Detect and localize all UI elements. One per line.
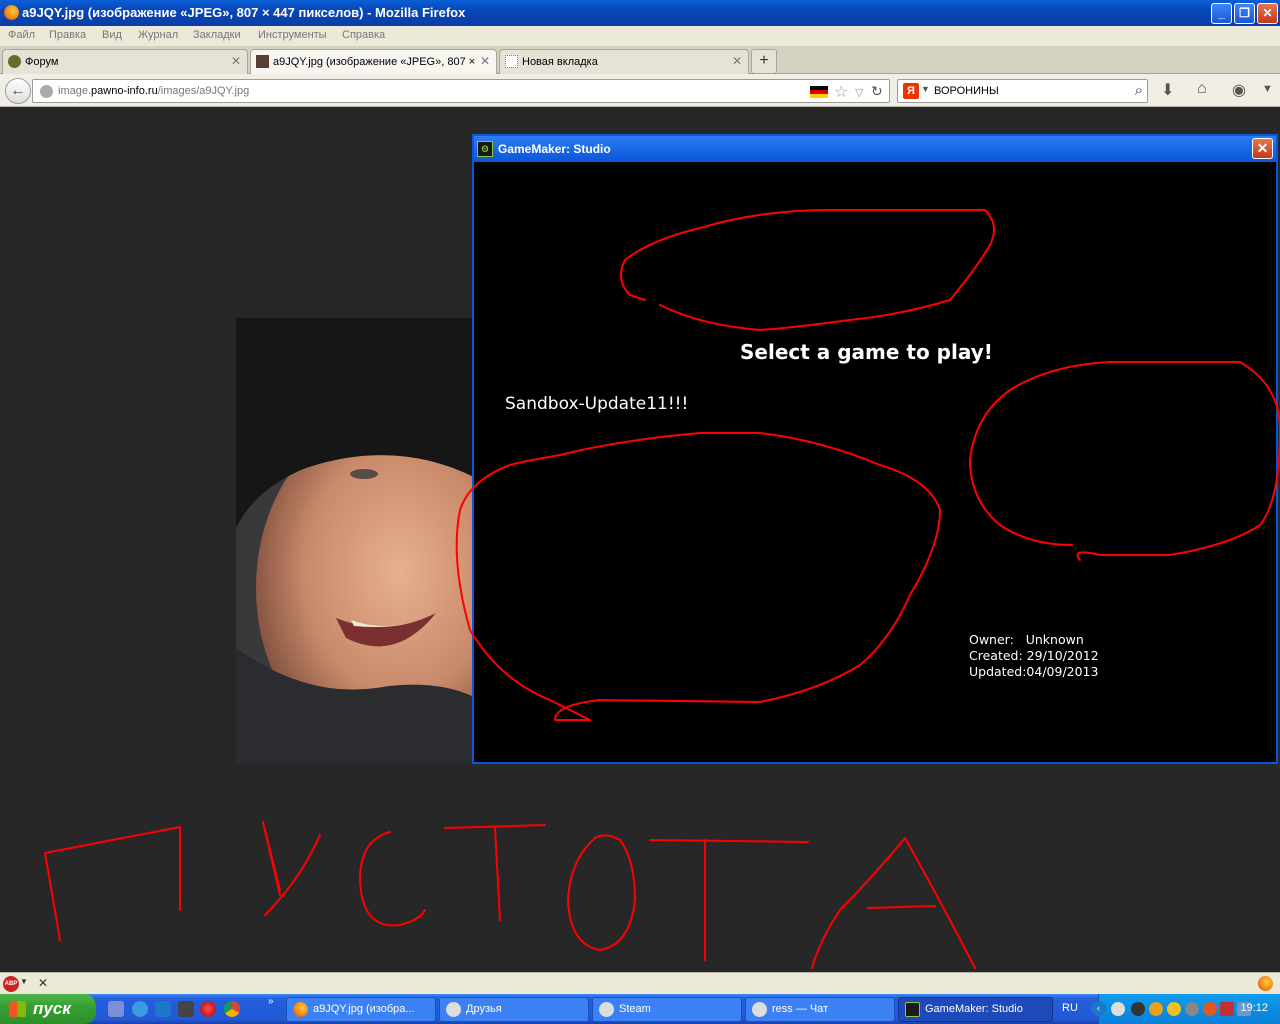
home-icon[interactable]: ⌂ <box>1197 80 1207 98</box>
taskbar-button-steam[interactable]: Steam <box>592 997 742 1022</box>
adblock-plus-icon[interactable]: ABP <box>3 976 19 992</box>
opera-icon[interactable] <box>200 1001 216 1017</box>
tray-app-icon[interactable] <box>1203 1002 1217 1016</box>
quicklaunch-app-icon[interactable] <box>155 1001 171 1017</box>
quicklaunch-expand-icon[interactable]: » <box>268 996 274 1007</box>
firefox-icon <box>293 1002 308 1017</box>
url-dropdown-icon[interactable]: ▽ <box>855 86 863 99</box>
gamemaker-title: GameMaker: Studio <box>498 142 611 156</box>
steam-icon <box>446 1002 461 1017</box>
taskbar: пуск » a9JQY.jpg (изобра... Друзья Steam… <box>0 994 1280 1024</box>
address-bar[interactable]: image.pawno-info.ru/images/a9JQY.jpg ☆ ▽… <box>32 79 890 103</box>
taskbar-button-friends[interactable]: Друзья <box>439 997 589 1022</box>
system-tray: ‹ 19:12 <box>1091 994 1280 1024</box>
steam-icon <box>752 1002 767 1017</box>
start-button[interactable]: пуск <box>0 994 96 1024</box>
menu-bookmarks[interactable]: Закладки <box>193 29 241 41</box>
quicklaunch-app-icon[interactable] <box>178 1001 194 1017</box>
blank-page-icon <box>505 55 518 68</box>
tab-label: Форум <box>25 56 59 68</box>
taskbar-button-firefox[interactable]: a9JQY.jpg (изобра... <box>286 997 436 1022</box>
gamemaker-window[interactable]: ʘ GameMaker: Studio ✕ Select a game to p… <box>472 134 1278 764</box>
tab-strip: Форум ✕ a9JQY.jpg (изображение «JPEG», 8… <box>0 46 1280 74</box>
gamemaker-icon <box>905 1002 920 1017</box>
addon-bar-close-icon[interactable]: ✕ <box>38 976 48 990</box>
search-bar[interactable]: Я ▼ ВОРОНИНЫ ⌕ <box>897 79 1148 103</box>
gamemaker-titlebar: ʘ GameMaker: Studio ✕ <box>474 136 1276 162</box>
clock[interactable]: 19:12 <box>1240 1002 1268 1014</box>
menu-dropdown-icon[interactable]: ▼ <box>1262 83 1273 95</box>
photo <box>236 318 476 764</box>
menu-help[interactable]: Справка <box>342 29 385 41</box>
menu-file[interactable]: Файл <box>8 29 35 41</box>
navigation-bar: ← image.pawno-info.ru/images/a9JQY.jpg ☆… <box>0 74 1280 107</box>
tray-app-icon[interactable] <box>1131 1002 1145 1016</box>
tab-new[interactable]: Новая вкладка ✕ <box>499 49 749 74</box>
tray-app-icon[interactable] <box>1149 1002 1163 1016</box>
new-tab-button[interactable]: + <box>751 49 777 74</box>
tray-app-icon[interactable] <box>1167 1002 1181 1016</box>
quicklaunch-app-icon[interactable] <box>108 1001 124 1017</box>
menu-tools[interactable]: Инструменты <box>258 29 327 41</box>
tab-close-icon[interactable]: ✕ <box>732 54 742 68</box>
forum-favicon-icon <box>8 55 21 68</box>
reload-icon[interactable]: ↻ <box>871 83 883 100</box>
tab-label: Новая вкладка <box>522 56 598 68</box>
window-title: a9JQY.jpg (изображение «JPEG», 807 × 447… <box>22 5 466 20</box>
tab-close-icon[interactable]: ✕ <box>231 54 241 68</box>
adblock-dropdown-icon[interactable]: ▼ <box>20 977 28 986</box>
windows-logo-icon <box>9 1001 26 1017</box>
language-indicator[interactable]: RU <box>1062 1002 1078 1014</box>
network-icon[interactable] <box>1220 1002 1234 1016</box>
addon-bar: ABP ▼ ✕ <box>0 972 1280 994</box>
menu-edit[interactable]: Правка <box>49 29 86 41</box>
menu-history[interactable]: Журнал <box>138 29 178 41</box>
select-game-heading: Select a game to play! <box>740 340 993 364</box>
menu-bar: Файл Правка Вид Журнал Закладки Инструме… <box>0 26 1280 46</box>
chrome-icon[interactable] <box>224 1001 240 1017</box>
menu-view[interactable]: Вид <box>102 29 122 41</box>
internet-explorer-icon[interactable] <box>132 1001 148 1017</box>
tray-collapse-icon[interactable]: ‹ <box>1091 1001 1106 1016</box>
yandex-icon[interactable]: Я <box>903 83 919 99</box>
taskbar-button-gamemaker[interactable]: GameMaker: Studio <box>898 997 1053 1022</box>
globe-icon <box>40 85 53 98</box>
taskbar-button-chat[interactable]: ress — Чат <box>745 997 895 1022</box>
image-thumbnail-icon <box>256 55 269 68</box>
search-icon[interactable]: ⌕ <box>1135 82 1143 99</box>
search-input[interactable]: ВОРОНИНЫ <box>934 85 999 97</box>
addon-eye-icon[interactable]: ◉ <box>1232 80 1246 100</box>
firefox-icon <box>4 5 19 20</box>
game-info: Owner: Unknown Created: 29/10/2012 Updat… <box>969 632 1099 679</box>
steam-icon[interactable] <box>1111 1002 1125 1016</box>
back-button[interactable]: ← <box>5 78 31 104</box>
firefox-sync-icon[interactable] <box>1258 976 1273 991</box>
tab-image[interactable]: a9JQY.jpg (изображение «JPEG», 807 × ✕ <box>250 49 497 74</box>
search-engine-dropdown-icon[interactable]: ▼ <box>921 84 930 94</box>
tab-label: a9JQY.jpg (изображение «JPEG», 807 × <box>273 56 476 68</box>
gamemaker-close-button[interactable]: ✕ <box>1252 138 1273 159</box>
gamemaker-icon: ʘ <box>477 141 493 157</box>
download-icon[interactable]: ⬇ <box>1161 80 1174 100</box>
german-flag-icon[interactable] <box>810 86 828 98</box>
firefox-titlebar: a9JQY.jpg (изображение «JPEG», 807 × 447… <box>0 0 1280 26</box>
bookmark-star-icon[interactable]: ☆ <box>834 82 848 102</box>
close-button[interactable]: ✕ <box>1257 3 1278 24</box>
url-text: image.pawno-info.ru/images/a9JQY.jpg <box>58 85 250 97</box>
game-canvas[interactable]: Select a game to play! Sandbox-Update11!… <box>474 162 1276 762</box>
steam-icon <box>599 1002 614 1017</box>
game-entry[interactable]: Sandbox-Update11!!! <box>505 394 688 414</box>
maximize-button[interactable]: ❐ <box>1234 3 1255 24</box>
tab-forum[interactable]: Форум ✕ <box>2 49 248 74</box>
minimize-button[interactable]: _ <box>1211 3 1232 24</box>
tray-app-icon[interactable] <box>1185 1002 1199 1016</box>
tab-close-icon[interactable]: ✕ <box>480 54 490 68</box>
